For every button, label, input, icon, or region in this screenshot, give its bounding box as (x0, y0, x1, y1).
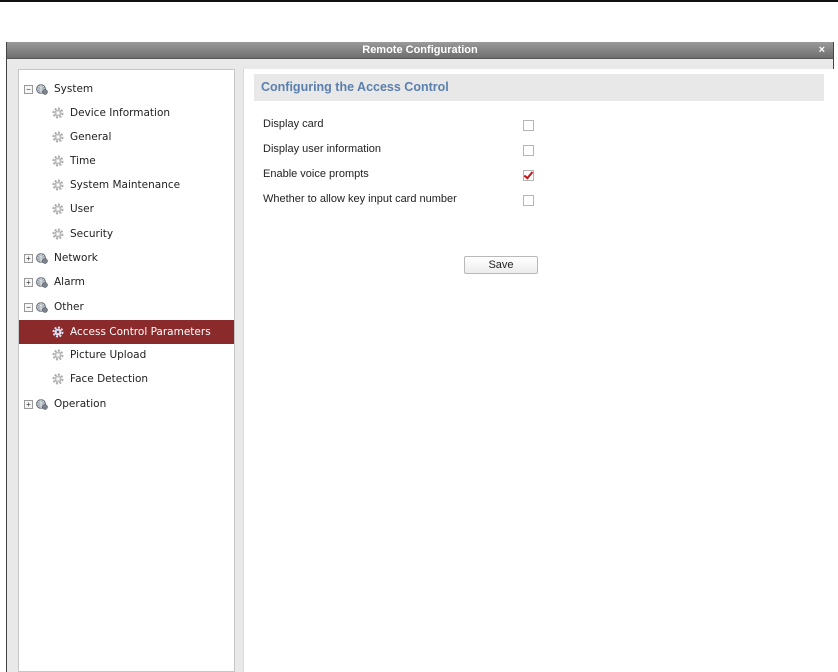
gear-icon (52, 203, 64, 215)
tree-label: Device Information (70, 107, 171, 119)
tree-label: Other (54, 301, 84, 313)
globe-gear-icon (36, 253, 48, 264)
gear-icon (52, 107, 64, 119)
collapse-icon[interactable]: − (24, 84, 33, 94)
globe-gear-icon (36, 399, 48, 410)
tree-item-system[interactable]: − System (19, 78, 234, 100)
tree-item-alarm[interactable]: + Alarm (19, 271, 234, 293)
expand-icon[interactable]: + (24, 277, 33, 287)
gear-icon (52, 373, 64, 385)
gear-icon (52, 228, 64, 240)
panel-title: Configuring the Access Control (254, 74, 824, 101)
display-user-information-label: Display user information (263, 143, 381, 155)
tree-label: Security (70, 228, 114, 240)
tree-label: Network (54, 252, 98, 264)
tree-label: Face Detection (70, 373, 149, 385)
close-icon[interactable]: × (819, 42, 825, 58)
gear-icon (52, 179, 64, 191)
tree-item-picture-upload[interactable]: Picture Upload (19, 344, 234, 366)
tree-label: Access Control Parameters (70, 326, 211, 338)
tree-item-operation[interactable]: + Operation (19, 393, 234, 415)
tree-label: Operation (54, 398, 107, 410)
tree-label: Alarm (54, 276, 85, 288)
save-button[interactable]: Save (464, 256, 538, 274)
enable-voice-prompts-label: Enable voice prompts (263, 168, 369, 180)
tree-item-general[interactable]: General (19, 126, 234, 148)
display-card-checkbox[interactable] (523, 120, 534, 131)
display-user-information-checkbox[interactable] (523, 145, 534, 156)
tree-item-device-information[interactable]: Device Information (19, 102, 234, 124)
tree-label: Time (70, 155, 96, 167)
key-input-card-number-label: Whether to allow key input card number (263, 193, 457, 205)
tree-item-security[interactable]: Security (19, 223, 234, 245)
tree-label: User (70, 203, 94, 215)
tree-label: System Maintenance (70, 179, 181, 191)
tree-item-access-control-parameters[interactable]: Access Control Parameters (19, 320, 234, 344)
window-title: Remote Configuration (362, 44, 478, 56)
collapse-icon[interactable]: − (24, 302, 33, 312)
tree-label: Picture Upload (70, 349, 147, 361)
key-input-card-number-checkbox[interactable] (523, 195, 534, 206)
tree-item-time[interactable]: Time (19, 150, 234, 172)
top-border-line (0, 0, 838, 2)
tree-item-user[interactable]: User (19, 198, 234, 220)
gear-icon (52, 155, 64, 167)
tree-item-face-detection[interactable]: Face Detection (19, 368, 234, 390)
gear-icon (52, 326, 64, 338)
display-card-label: Display card (263, 118, 324, 130)
globe-gear-icon (36, 277, 48, 288)
globe-gear-icon (36, 302, 48, 313)
remote-configuration-window: Remote Configuration × − System Device I… (6, 42, 835, 672)
content-panel: Configuring the Access Control Display c… (243, 69, 835, 672)
expand-icon[interactable]: + (24, 253, 33, 263)
tree-item-system-maintenance[interactable]: System Maintenance (19, 174, 234, 196)
window-titlebar: Remote Configuration × (7, 42, 833, 59)
gear-icon (52, 349, 64, 361)
gear-icon (52, 131, 64, 143)
enable-voice-prompts-checkbox[interactable] (523, 170, 534, 181)
config-tree: − System Device Information General Time… (18, 69, 235, 672)
tree-label: General (70, 131, 112, 143)
expand-icon[interactable]: + (24, 399, 33, 409)
tree-label: System (54, 83, 94, 95)
globe-gear-icon (36, 84, 48, 95)
tree-item-other[interactable]: − Other (19, 296, 234, 318)
tree-item-network[interactable]: + Network (19, 247, 234, 269)
